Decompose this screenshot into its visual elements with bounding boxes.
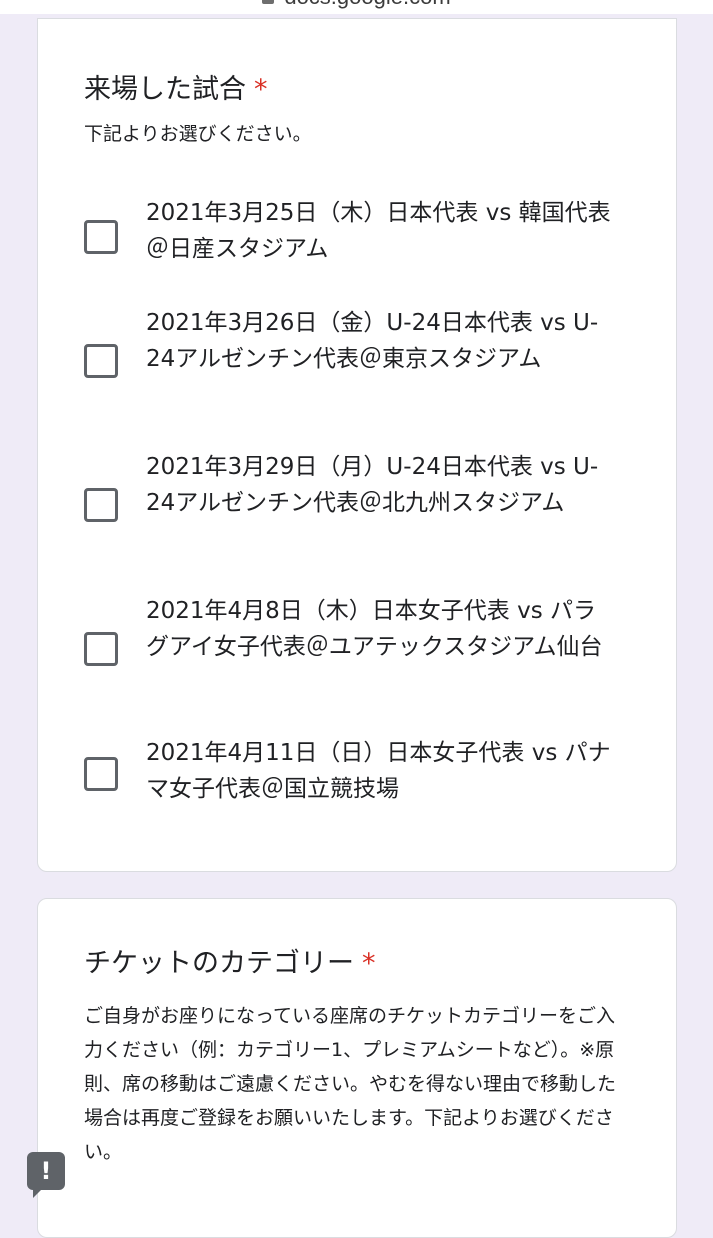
report-feedback-icon[interactable]: ! [27, 1152, 65, 1198]
question-title-text: チケットのカテゴリー [84, 948, 354, 979]
required-mark: * [362, 948, 376, 979]
question-title: 来場した試合 * [84, 73, 268, 107]
question-card-matches: 来場した試合 * 下記よりお選びください。 2021年3月25日（木）日本代表 v… [37, 18, 677, 872]
checkbox[interactable] [84, 757, 118, 791]
lock-icon [262, 0, 275, 4]
checkbox[interactable] [84, 632, 118, 666]
checkbox-option-label: 2021年3月25日（木）日本代表 vs 韓国代表＠日産スタジアム [146, 200, 611, 262]
url-bar-content: docs.google.com [262, 0, 451, 8]
required-mark: * [254, 74, 268, 105]
checkbox-option-label: 2021年3月29日（月）U-24日本代表 vs U-24アルゼンチン代表＠北九… [146, 454, 599, 516]
checkbox-option-label: 2021年3月26日（金）U-24日本代表 vs U-24アルゼンチン代表＠東京… [146, 310, 599, 372]
checkbox-option-label: 2021年4月11日（日）日本女子代表 vs パナマ女子代表＠国立競技場 [146, 740, 611, 802]
checkbox[interactable] [84, 488, 118, 522]
checkbox[interactable] [84, 344, 118, 378]
question-description: 下記よりお選びください。 [84, 123, 312, 145]
checkbox-option-label: 2021年4月8日（木）日本女子代表 vs パラグアイ女子代表＠ユアテックスタジ… [146, 598, 603, 660]
url-domain: docs.google.com [284, 0, 450, 8]
question-title: チケットのカテゴリー * [84, 947, 376, 981]
question-description: ご自身がお座りになっている座席のチケットカテゴリーをご入力ください（例：カテゴリ… [84, 1005, 617, 1163]
url-bar[interactable]: docs.google.com [0, 0, 713, 14]
checkbox[interactable] [84, 220, 118, 254]
question-title-text: 来場した試合 [84, 74, 246, 105]
question-card-ticket-category: チケットのカテゴリー * ご自身がお座りになっている座席のチケットカテゴリーをご入… [37, 898, 677, 1238]
